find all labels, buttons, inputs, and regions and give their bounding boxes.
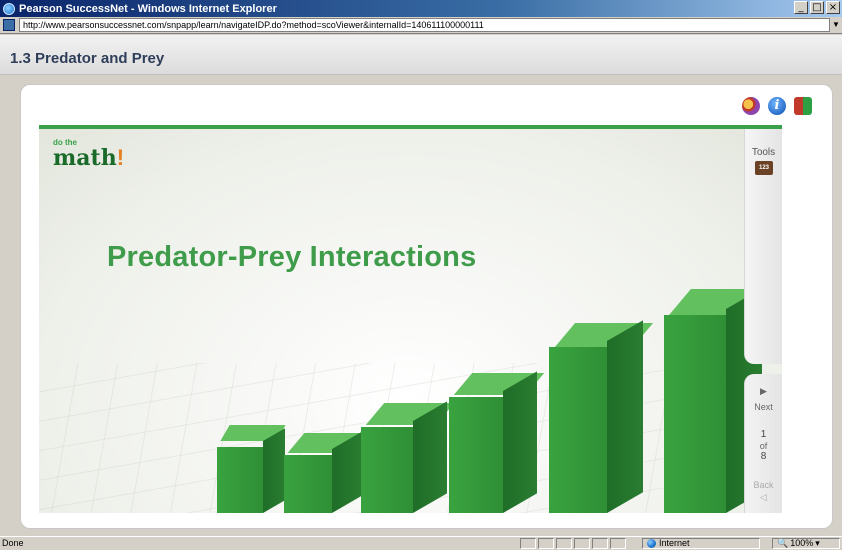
decorative-bar [449, 371, 545, 513]
window-title: Pearson SuccessNet - Windows Internet Ex… [19, 2, 277, 15]
status-cell [592, 538, 608, 549]
current-page-number: 1 [760, 429, 767, 440]
status-cells [520, 538, 626, 549]
slide-sidebar: Tools 123 ▶ Next 1 of 8 Back ◁ [744, 129, 782, 513]
tools-panel: Tools 123 [744, 129, 782, 364]
zone-label: Internet [659, 538, 690, 548]
zoom-dropdown-icon[interactable]: ▾ [815, 537, 820, 550]
minimize-button[interactable]: _ [794, 1, 808, 14]
calculator-icon[interactable]: 123 [755, 161, 773, 175]
content-frame: i do the math! Predator-Prey Interaction… [20, 84, 833, 529]
decorative-bar [284, 431, 367, 513]
tools-label: Tools [751, 147, 776, 158]
total-pages-number: 8 [760, 451, 767, 462]
status-bar: Done Internet 🔍 100% ▾ [0, 536, 842, 550]
zoom-icon: 🔍 [777, 538, 789, 548]
window-controls: _ □ × [794, 1, 840, 14]
zoom-control[interactable]: 🔍 100% ▾ [772, 538, 840, 549]
back-button[interactable]: Back [745, 480, 782, 490]
navigation-panel: ▶ Next 1 of 8 Back ◁ [744, 374, 782, 513]
address-dropdown-icon[interactable]: ▼ [830, 18, 842, 32]
next-button[interactable]: Next [745, 402, 782, 412]
info-icon[interactable]: i [768, 97, 786, 115]
logo-bang: ! [116, 145, 125, 170]
globe-icon [647, 539, 656, 548]
maximize-button[interactable]: □ [810, 1, 824, 14]
window-titlebar: Pearson SuccessNet - Windows Internet Ex… [0, 0, 842, 17]
decorative-bar [361, 401, 455, 513]
close-button[interactable]: × [826, 1, 840, 14]
page-header: 1.3 Predator and Prey [0, 35, 842, 75]
address-input[interactable]: http://www.pearsonsuccessnet.com/snpapp/… [19, 18, 830, 32]
status-cell [520, 538, 536, 549]
logo-main-text: math [53, 145, 117, 171]
back-arrow-icon[interactable]: ◁ [745, 492, 782, 503]
book-icon[interactable] [794, 97, 812, 115]
slide-title: Predator-Prey Interactions [107, 241, 477, 273]
decorative-bar [549, 320, 654, 513]
status-cell [610, 538, 626, 549]
status-cell [574, 538, 590, 549]
security-zone[interactable]: Internet [642, 538, 760, 549]
page-of-label: of [759, 441, 768, 451]
page-title: 1.3 Predator and Prey [10, 50, 165, 67]
people-icon[interactable] [742, 97, 760, 115]
internet-explorer-icon [3, 2, 15, 15]
lesson-slide: do the math! Predator-Prey Interactions [39, 125, 782, 513]
page-icon [3, 19, 15, 31]
status-text: Done [2, 538, 24, 548]
decorative-bar [217, 425, 287, 513]
address-bar: http://www.pearsonsuccessnet.com/snpapp/… [0, 17, 842, 34]
do-the-math-logo: do the math! [53, 139, 125, 171]
tool-icons: i [742, 97, 812, 115]
next-arrow-icon[interactable]: ▶ [745, 386, 782, 397]
status-cell [556, 538, 572, 549]
status-cell [538, 538, 554, 549]
zoom-level: 100% [790, 538, 814, 548]
